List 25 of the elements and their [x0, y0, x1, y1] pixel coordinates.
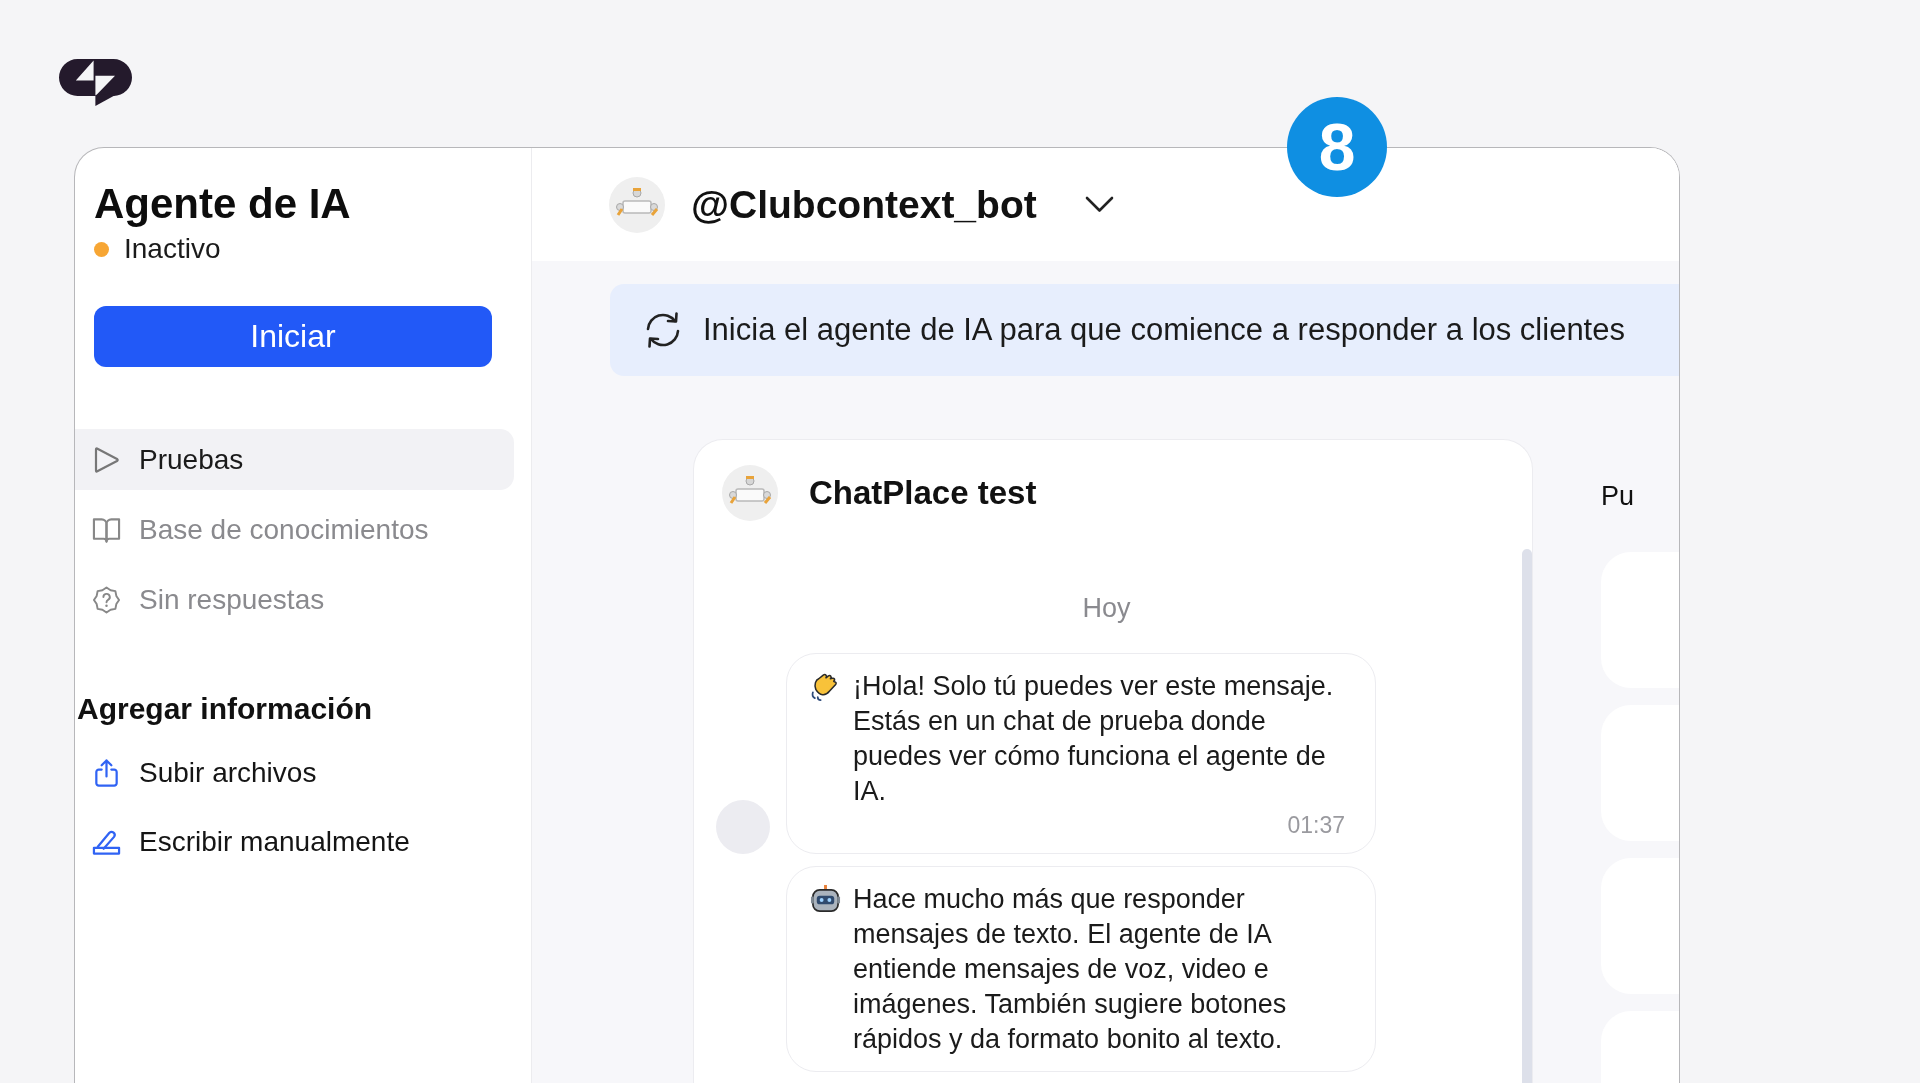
question-badge-icon: [92, 584, 121, 615]
robot-icon: [810, 884, 841, 915]
message-time: 01:37: [1286, 811, 1345, 839]
step-badge: 8: [1287, 97, 1387, 197]
bot-name[interactable]: @Clubcontext_bot: [691, 182, 1037, 227]
panel-title: Agente de IA: [94, 179, 351, 229]
sidebar-action[interactable]: Escribir manualmente: [75, 817, 531, 867]
status-label: Inactivo: [124, 234, 221, 264]
chat-title: ChatPlace test: [809, 474, 1037, 512]
message-text: Hace mucho más que responder mensajes de texto. El agente de IA entiende mensajes de voz, video e imágenes. También sugiere botones rápidos y da formato bonito al texto.: [853, 883, 1288, 1056]
chevron-down-icon[interactable]: [1084, 196, 1114, 213]
sidebar-item[interactable]: Pruebas: [75, 429, 514, 490]
sidebar-action[interactable]: Subir archivos: [75, 748, 531, 798]
panel-heading: Pu: [1601, 480, 1635, 513]
banner-text: Inicia el agente de IA para que comience a responder a los clientes: [703, 312, 1625, 348]
bot-avatar: [609, 176, 665, 233]
section-title: Agregar información: [77, 691, 373, 727]
app-logo[interactable]: [59, 59, 132, 106]
message-text: ¡Hola! Solo tú puedes ver este mensaje. Estás en un chat de prueba donde puedes ver cómo funciona el agente de IA.: [853, 670, 1335, 808]
date-separator: Hoy: [1081, 593, 1132, 623]
scrollbar[interactable]: [1522, 549, 1532, 1083]
upload-icon: [92, 758, 121, 788]
start-button[interactable]: Iniciar: [94, 306, 492, 367]
bot-avatar: [722, 465, 778, 521]
play-icon: [92, 444, 121, 475]
